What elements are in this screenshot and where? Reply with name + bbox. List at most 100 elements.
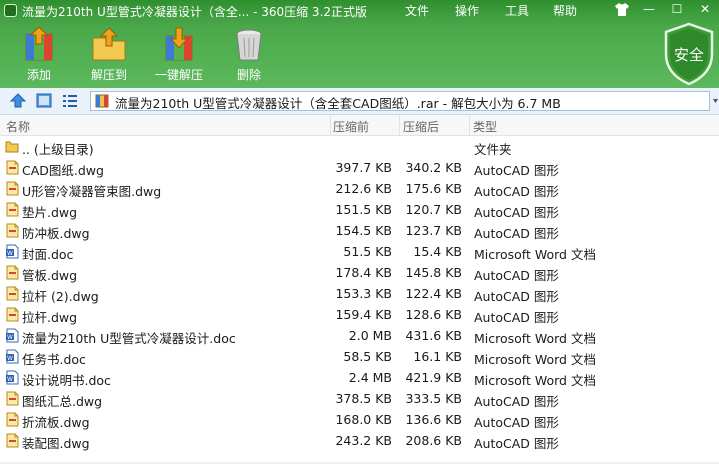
file-row[interactable]: W 设计说明书.doc 2.4 MB 421.9 KB Microsoft Word 文… bbox=[0, 367, 719, 388]
file-size: 153.3 KB bbox=[335, 286, 392, 301]
file-type: AutoCAD 图形 bbox=[474, 268, 559, 283]
svg-text:W: W bbox=[7, 376, 13, 383]
large-icons-view-icon[interactable] bbox=[35, 92, 53, 109]
column-packed[interactable]: 压缩后 bbox=[403, 118, 439, 135]
file-list: .. (上级目录) 文件夹 CAD图纸.dwg 397.7 KB 340.2 KB Aut… bbox=[0, 136, 719, 451]
file-row[interactable]: 管板.dwg 178.4 KB 145.8 KB AutoCAD 图形 bbox=[0, 262, 719, 283]
doc-file-icon: W bbox=[6, 349, 19, 364]
file-packed-size: 136.6 KB bbox=[405, 412, 462, 427]
file-name: 拉杆.dwg bbox=[22, 310, 78, 325]
file-type: Microsoft Word 文档 bbox=[474, 247, 596, 262]
menu-file[interactable]: 文件 bbox=[405, 2, 429, 19]
extract-to-label: 解压到 bbox=[90, 68, 127, 82]
delete-button[interactable]: 删除 bbox=[219, 26, 279, 83]
file-name: 图纸汇总.dwg bbox=[22, 394, 103, 409]
security-label: 安全 bbox=[674, 46, 704, 64]
trash-icon bbox=[236, 29, 262, 61]
dwg-file-icon bbox=[6, 181, 19, 196]
file-name: 流量为210th U型管式冷凝器设计.doc bbox=[22, 331, 236, 346]
menu-operation[interactable]: 操作 bbox=[455, 2, 479, 19]
file-name: .. (上级目录) bbox=[22, 142, 94, 157]
svg-text:W: W bbox=[7, 334, 13, 341]
dwg-file-icon bbox=[6, 307, 19, 322]
file-name: CAD图纸.dwg bbox=[22, 163, 104, 178]
details-view-icon[interactable] bbox=[61, 92, 79, 109]
column-size[interactable]: 压缩前 bbox=[333, 118, 369, 135]
file-type: AutoCAD 图形 bbox=[474, 184, 559, 199]
file-size: 168.0 KB bbox=[335, 412, 392, 427]
path-field[interactable]: 流量为210th U型管式冷凝器设计（含全套CAD图纸）.rar - 解包大小为… bbox=[90, 91, 710, 111]
file-name: 封面.doc bbox=[22, 247, 74, 262]
file-size: 378.5 KB bbox=[335, 391, 392, 406]
file-name: 拉杆 (2).dwg bbox=[22, 289, 99, 304]
file-row[interactable]: 防冲板.dwg 154.5 KB 123.7 KB AutoCAD 图形 bbox=[0, 220, 719, 241]
column-name[interactable]: 名称 bbox=[6, 118, 30, 135]
column-divider[interactable] bbox=[399, 115, 400, 135]
column-divider[interactable] bbox=[469, 115, 470, 135]
file-size: 2.4 MB bbox=[348, 370, 392, 385]
add-button[interactable]: 添加 bbox=[9, 26, 69, 83]
file-row[interactable]: 拉杆.dwg 159.4 KB 128.6 KB AutoCAD 图形 bbox=[0, 304, 719, 325]
file-row[interactable]: 垫片.dwg 151.5 KB 120.7 KB AutoCAD 图形 bbox=[0, 199, 719, 220]
file-type: AutoCAD 图形 bbox=[474, 205, 559, 220]
path-text: 流量为210th U型管式冷凝器设计（含全套CAD图纸）.rar - 解包大小为… bbox=[115, 96, 561, 111]
file-type: Microsoft Word 文档 bbox=[474, 331, 596, 346]
file-packed-size: 175.6 KB bbox=[405, 181, 462, 196]
file-size: 243.2 KB bbox=[335, 433, 392, 448]
file-name: 设计说明书.doc bbox=[22, 373, 111, 388]
file-row[interactable]: .. (上级目录) 文件夹 bbox=[0, 136, 719, 157]
dwg-file-icon bbox=[6, 433, 19, 448]
security-shield-icon[interactable]: 安全 bbox=[662, 22, 716, 86]
file-row[interactable]: CAD图纸.dwg 397.7 KB 340.2 KB AutoCAD 图形 bbox=[0, 157, 719, 178]
dwg-file-icon bbox=[6, 391, 19, 406]
file-packed-size: 123.7 KB bbox=[405, 223, 462, 238]
file-type: Microsoft Word 文档 bbox=[474, 373, 596, 388]
dwg-file-icon bbox=[6, 202, 19, 217]
file-row[interactable]: W 流量为210th U型管式冷凝器设计.doc 2.0 MB 431.6 KB Mic… bbox=[0, 325, 719, 346]
file-name: 装配图.dwg bbox=[22, 436, 90, 451]
path-dropdown-icon[interactable] bbox=[712, 94, 719, 108]
file-size: 51.5 KB bbox=[343, 244, 392, 259]
maximize-icon[interactable]: ☐ bbox=[668, 2, 686, 16]
window-title: 流量为210th U型管式冷凝器设计（含全... - 360压缩 3.2正式版 bbox=[22, 5, 368, 19]
up-arrow-icon[interactable] bbox=[9, 92, 27, 109]
file-type: 文件夹 bbox=[474, 142, 512, 157]
file-packed-size: 208.6 KB bbox=[405, 433, 462, 448]
doc-file-icon: W bbox=[6, 328, 19, 343]
one-click-extract-button[interactable]: 一键解压 bbox=[149, 26, 209, 83]
file-row[interactable]: W 封面.doc 51.5 KB 15.4 KB Microsoft Word 文档 bbox=[0, 241, 719, 262]
file-packed-size: 145.8 KB bbox=[405, 265, 462, 280]
file-name: 任务书.doc bbox=[22, 352, 86, 367]
file-size: 154.5 KB bbox=[335, 223, 392, 238]
minimize-icon[interactable]: — bbox=[640, 2, 658, 16]
file-row[interactable]: 折流板.dwg 168.0 KB 136.6 KB AutoCAD 图形 bbox=[0, 409, 719, 430]
file-packed-size: 16.1 KB bbox=[413, 349, 462, 364]
title-toolbar-area: 流量为210th U型管式冷凝器设计（含全... - 360压缩 3.2正式版 … bbox=[0, 0, 719, 88]
file-row[interactable]: 装配图.dwg 243.2 KB 208.6 KB AutoCAD 图形 bbox=[0, 430, 719, 451]
file-row[interactable]: W 任务书.doc 58.5 KB 16.1 KB Microsoft Word 文档 bbox=[0, 346, 719, 367]
add-button-label: 添加 bbox=[26, 68, 51, 82]
close-icon[interactable]: ✕ bbox=[696, 2, 714, 16]
skin-tshirt-icon[interactable] bbox=[614, 2, 630, 17]
dwg-file-icon bbox=[6, 160, 19, 175]
file-type: AutoCAD 图形 bbox=[474, 436, 559, 451]
file-type: AutoCAD 图形 bbox=[474, 310, 559, 325]
file-name: 防冲板.dwg bbox=[22, 226, 90, 241]
file-packed-size: 431.6 KB bbox=[405, 328, 462, 343]
file-type: AutoCAD 图形 bbox=[474, 163, 559, 178]
dwg-file-icon bbox=[6, 223, 19, 238]
menu-help[interactable]: 帮助 bbox=[553, 2, 577, 19]
file-row[interactable]: U形管冷凝器管束图.dwg 212.6 KB 175.6 KB AutoCAD 图形 bbox=[0, 178, 719, 199]
file-size: 2.0 MB bbox=[348, 328, 392, 343]
column-type[interactable]: 类型 bbox=[473, 118, 497, 135]
address-bar-row: 流量为210th U型管式冷凝器设计（含全套CAD图纸）.rar - 解包大小为… bbox=[0, 88, 719, 115]
one-click-extract-icon bbox=[165, 27, 193, 61]
column-divider[interactable] bbox=[330, 115, 331, 135]
doc-file-icon: W bbox=[6, 244, 19, 259]
file-packed-size: 128.6 KB bbox=[405, 307, 462, 322]
menu-tools[interactable]: 工具 bbox=[505, 2, 529, 19]
extract-to-button[interactable]: 解压到 bbox=[79, 26, 139, 83]
file-type: AutoCAD 图形 bbox=[474, 415, 559, 430]
file-row[interactable]: 拉杆 (2).dwg 153.3 KB 122.4 KB AutoCAD 图形 bbox=[0, 283, 719, 304]
file-row[interactable]: 图纸汇总.dwg 378.5 KB 333.5 KB AutoCAD 图形 bbox=[0, 388, 719, 409]
